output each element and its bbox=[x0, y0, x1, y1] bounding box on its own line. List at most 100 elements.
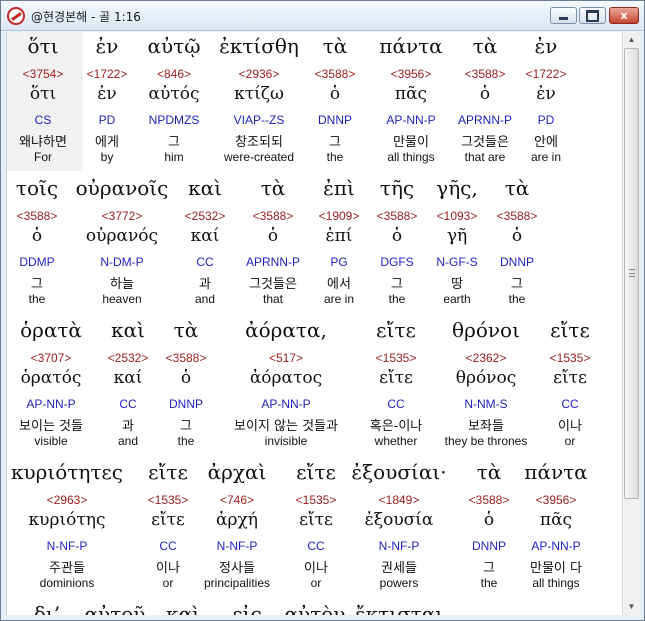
korean-gloss: 그 bbox=[511, 277, 523, 292]
greek-word: ἐν bbox=[534, 34, 558, 58]
lemma-word: εἴτε bbox=[151, 510, 185, 530]
parsing-code: DGFS bbox=[380, 255, 414, 269]
lemma-word: ὁ bbox=[511, 226, 523, 246]
greek-word: εἰς bbox=[232, 602, 262, 615]
greek-word: εἴτε bbox=[296, 460, 336, 484]
greek-word: εἴτε bbox=[550, 318, 590, 342]
korean-gloss: 이나 bbox=[156, 561, 180, 576]
english-gloss: by bbox=[100, 150, 114, 164]
parsing-code: N-NF-P bbox=[46, 539, 88, 553]
lemma-word: αὐτός bbox=[148, 84, 200, 104]
greek-word: ὁρατὰ bbox=[20, 318, 82, 342]
greek-word: ἐξουσίαι· bbox=[351, 460, 447, 484]
korean-gloss: 하늘 bbox=[110, 277, 134, 292]
greek-word: ἐν bbox=[95, 34, 119, 58]
scroll-up-arrow-icon[interactable]: ▲ bbox=[623, 32, 640, 48]
app-logo-icon bbox=[7, 7, 25, 25]
strong-number: <3588> bbox=[376, 209, 418, 223]
strong-number: <1535> bbox=[295, 493, 337, 507]
lemma-word: οὐρανός bbox=[85, 226, 159, 246]
parsing-code: DNNP bbox=[471, 539, 507, 553]
parsing-code: VIAP--ZS bbox=[233, 113, 285, 127]
greek-word: τὰ bbox=[173, 318, 199, 342]
korean-gloss: 보좌들 bbox=[468, 419, 504, 434]
title-bar[interactable]: @현경본해 - 골 1:16 x bbox=[1, 1, 644, 31]
strong-number: <1535> bbox=[147, 493, 189, 507]
english-gloss: or bbox=[564, 434, 576, 448]
greek-word: κυριότητες bbox=[11, 460, 123, 484]
korean-gloss: 이나 bbox=[558, 419, 582, 434]
greek-word: αὐτοῦ bbox=[84, 602, 146, 615]
english-gloss: the bbox=[388, 292, 406, 306]
lemma-word: ὁ bbox=[31, 226, 43, 246]
strong-number: <3588> bbox=[464, 67, 506, 81]
parsing-code: CC bbox=[196, 255, 214, 269]
lemma-word: εἴτε bbox=[379, 368, 413, 388]
parsing-code: N-GF-S bbox=[436, 255, 478, 269]
strong-number: <3588> bbox=[16, 209, 58, 223]
lemma-word: πᾶς bbox=[539, 510, 573, 530]
lemma-word: ἐν bbox=[97, 84, 117, 104]
minimize-button[interactable] bbox=[550, 7, 577, 24]
strong-number: <2362> bbox=[465, 351, 507, 365]
greek-word: καὶ bbox=[111, 318, 145, 342]
greek-word: τῆς bbox=[379, 176, 415, 200]
strong-number: <3754> bbox=[22, 67, 64, 81]
greek-word: καὶ bbox=[188, 176, 222, 200]
close-button[interactable]: x bbox=[609, 7, 639, 24]
korean-gloss: 보이지 않는 것들과 bbox=[234, 419, 338, 434]
english-gloss: and bbox=[117, 434, 139, 448]
vertical-scrollbar[interactable]: ▲ ▼ bbox=[622, 32, 640, 615]
korean-gloss: 주관들 bbox=[49, 561, 85, 576]
english-gloss: or bbox=[162, 576, 174, 590]
lemma-word: ἀρχή bbox=[216, 510, 258, 530]
parsing-code: CC bbox=[387, 397, 405, 411]
lemma-word: καί bbox=[190, 226, 220, 246]
interlinear-text-area[interactable]: ὅτι <3754> ὅτι CS 왜냐하면 For ἐν <1722> ἐν PD 에게 by αὐτ… bbox=[6, 32, 622, 615]
strong-number: <1849> bbox=[378, 493, 420, 507]
lemma-word: κτίζω bbox=[234, 84, 284, 104]
korean-gloss: 그것들은 bbox=[461, 135, 509, 150]
english-gloss: and bbox=[194, 292, 216, 306]
parsing-code: AP-NN-P bbox=[531, 539, 581, 553]
scroll-down-arrow-icon[interactable]: ▼ bbox=[623, 599, 640, 615]
korean-gloss: 그 bbox=[168, 135, 180, 150]
window-title: @현경본해 - 골 1:16 bbox=[31, 10, 141, 24]
lemma-word: ὁρατός bbox=[20, 368, 82, 388]
lemma-word: ἐξουσία bbox=[364, 510, 434, 530]
greek-word: ὅτι bbox=[27, 34, 59, 58]
maximize-button[interactable] bbox=[579, 7, 606, 24]
strong-number: <1535> bbox=[375, 351, 417, 365]
lemma-word: γῆ bbox=[446, 226, 468, 246]
strong-number: <846> bbox=[156, 67, 192, 81]
lemma-word: καί bbox=[113, 368, 143, 388]
english-gloss: invisible bbox=[264, 434, 308, 448]
parsing-code: APRNN-P bbox=[245, 255, 301, 269]
korean-gloss: 혹은-이나 bbox=[369, 419, 423, 434]
parsing-code: AP-NN-P bbox=[261, 397, 311, 411]
lemma-word: ἐπί bbox=[325, 226, 353, 246]
strong-number: <3956> bbox=[390, 67, 432, 81]
strong-number: <2936> bbox=[238, 67, 280, 81]
strong-number: <3588> bbox=[468, 493, 510, 507]
korean-gloss: 과 bbox=[122, 419, 134, 434]
strong-number: <3707> bbox=[30, 351, 72, 365]
greek-word: τὰ bbox=[472, 34, 498, 58]
english-gloss: him bbox=[164, 150, 184, 164]
korean-gloss: 그 bbox=[391, 277, 403, 292]
lemma-word: ὁ bbox=[391, 226, 403, 246]
english-gloss: dominions bbox=[39, 576, 95, 590]
parsing-code: CC bbox=[119, 397, 137, 411]
parsing-code: NPDMZS bbox=[148, 113, 200, 127]
parsing-code: AP-NN-P bbox=[386, 113, 436, 127]
strong-number: <2532> bbox=[184, 209, 226, 223]
english-gloss: visible bbox=[34, 434, 68, 448]
korean-gloss: 그 bbox=[31, 277, 43, 292]
korean-gloss: 창조되되 bbox=[235, 135, 283, 150]
greek-word: εἴτε bbox=[148, 460, 188, 484]
parsing-code: N-NF-P bbox=[216, 539, 258, 553]
parsing-code: DNNP bbox=[499, 255, 535, 269]
english-gloss: the bbox=[177, 434, 195, 448]
scrollbar-thumb[interactable] bbox=[624, 48, 639, 499]
english-gloss: that bbox=[262, 292, 284, 306]
